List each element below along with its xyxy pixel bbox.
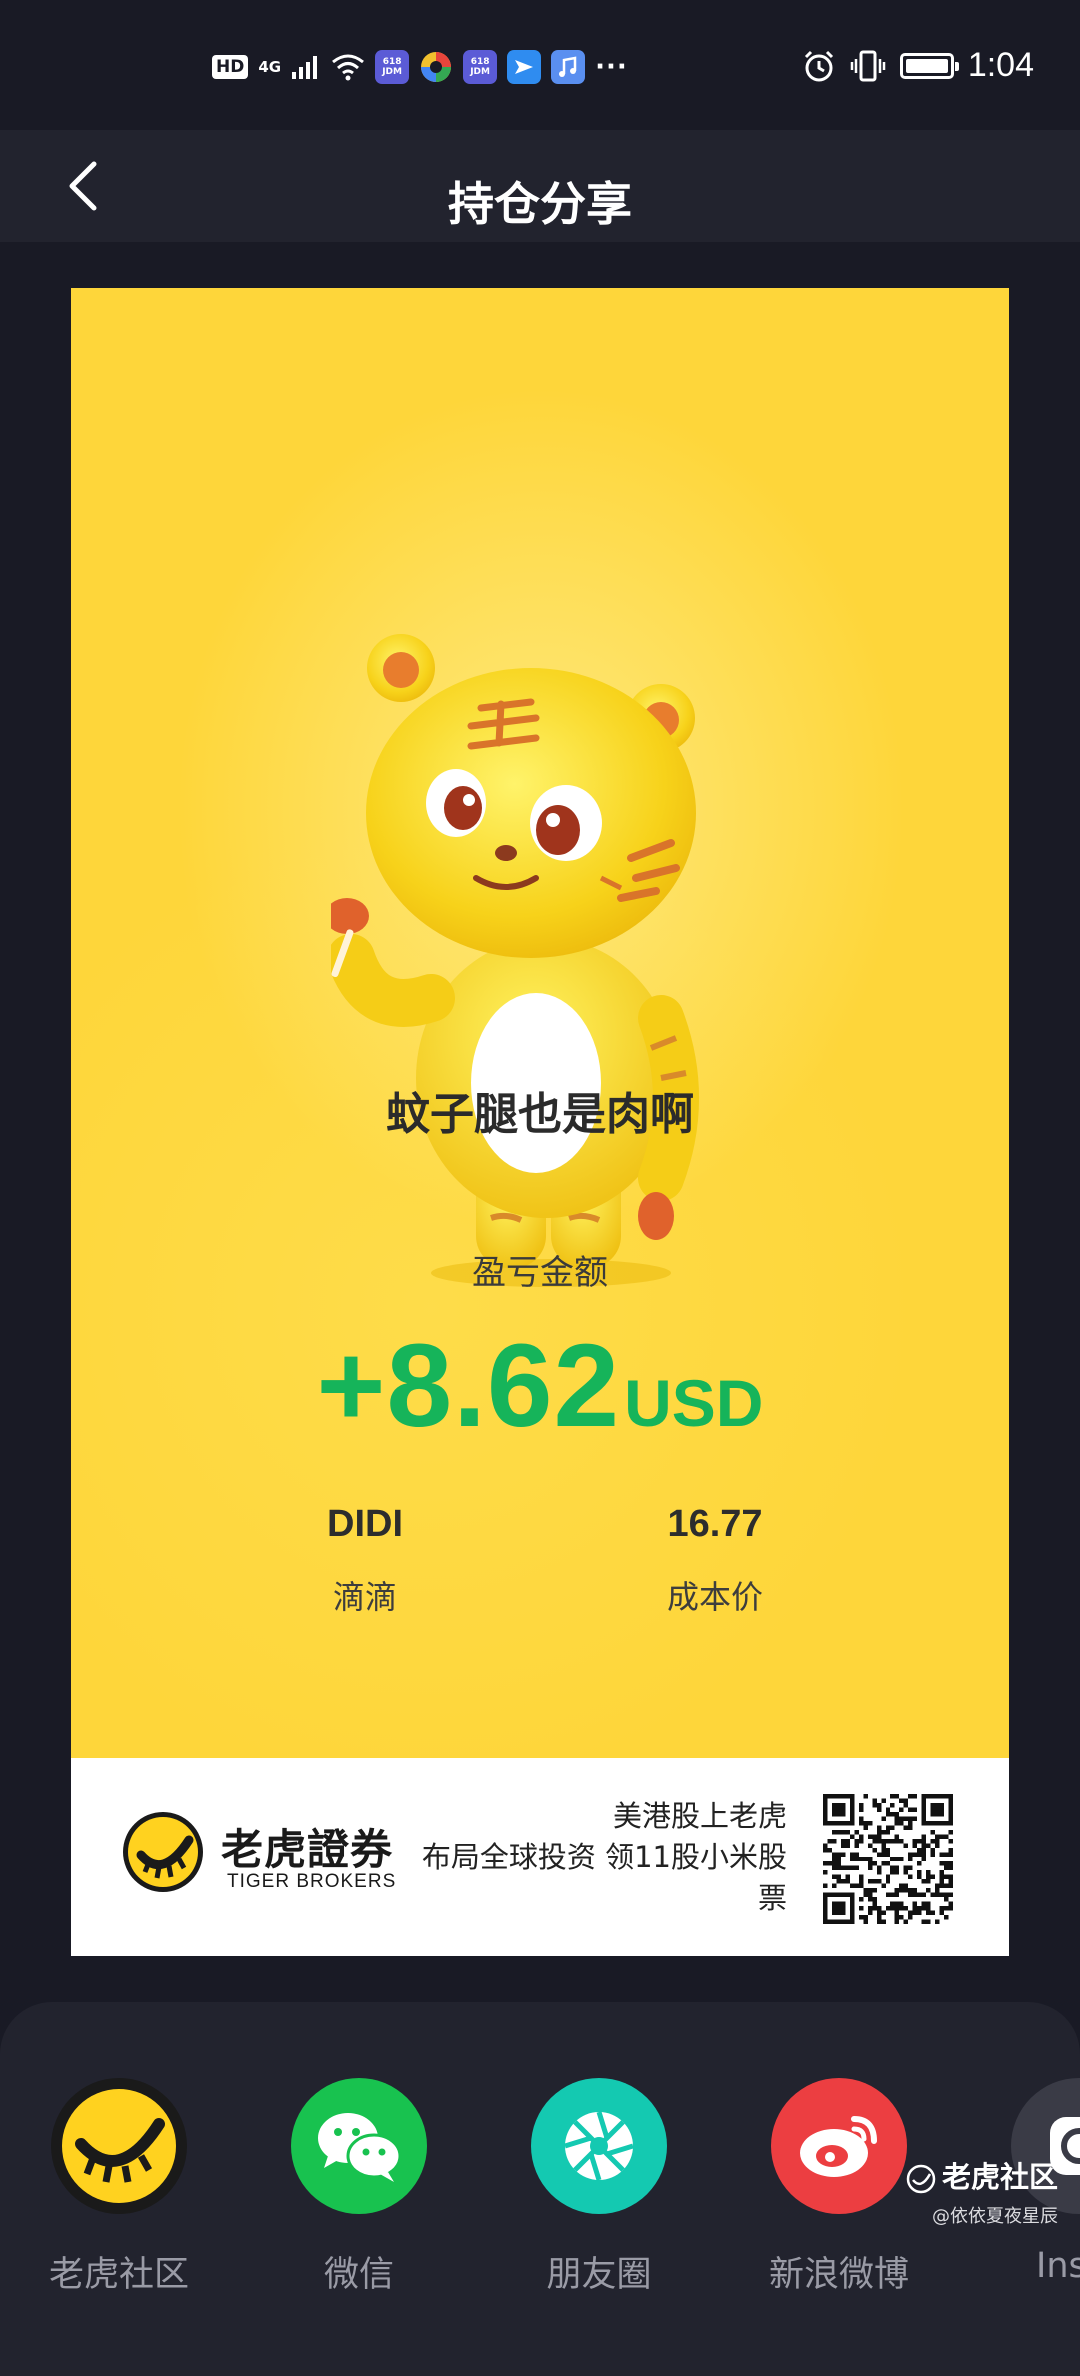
cost-info: 16.77 成本价	[585, 1503, 845, 1618]
stock-name: 滴滴	[332, 1578, 397, 1616]
promo-line-2: 布局全球投资 领11股小米股	[421, 1840, 787, 1874]
tiger-community-icon	[51, 2078, 187, 2214]
promo-line-3: 票	[757, 1881, 787, 1915]
pnl-value: +8.62USD	[71, 1318, 1009, 1454]
stock-symbol: DIDI	[327, 1503, 403, 1545]
status-icons-left: HD 4G 618 JDM 618 JDM ···	[212, 50, 628, 84]
status-icons-right: 1:04	[802, 46, 1034, 85]
music-app-icon	[551, 50, 586, 84]
jd-app-icon-2: 618 JDM	[463, 50, 498, 84]
wechat-bubbles-graphic	[318, 2113, 402, 2182]
share-label: Insta	[1036, 2246, 1080, 2286]
colorful-app-icon	[421, 52, 452, 82]
pnl-label: 盈亏金额	[472, 1253, 608, 1293]
signal-icon	[292, 56, 318, 79]
cost-price-value: 16.77	[667, 1503, 763, 1545]
pnl-amount: +8.62	[316, 1320, 621, 1452]
share-label: 微信	[323, 2255, 394, 2295]
weibo-icon	[771, 2078, 907, 2214]
share-label: 朋友圈	[546, 2255, 652, 2295]
moments-icon	[531, 2078, 667, 2214]
more-notifications-icon: ···	[595, 52, 628, 82]
watermark-main: 老虎社区	[906, 2154, 1058, 2196]
weibo-graphic	[800, 2116, 877, 2177]
brand-name-en: TIGER BROKERS	[227, 1871, 397, 1892]
card-background: 蚊子腿也是肉啊 盈亏金额 +8.62USD DIDI 滴滴 16.77 成本价	[71, 288, 1009, 1758]
qr-code	[823, 1794, 953, 1924]
battery-icon	[899, 52, 959, 79]
stock-info: DIDI 滴滴	[235, 1503, 495, 1618]
wifi-icon	[332, 54, 365, 81]
user-nickname: 蚊子腿也是肉啊	[386, 1089, 694, 1140]
watermark-text: 老虎社区	[941, 2160, 1058, 2194]
share-wechat[interactable]: 微信	[249, 2078, 469, 2297]
clock-time: 1:04	[967, 46, 1034, 84]
share-label: 老虎社区	[48, 2255, 189, 2295]
hd-badge: HD	[212, 55, 249, 79]
alarm-icon	[804, 50, 833, 81]
position-share-card: 蚊子腿也是肉啊 盈亏金额 +8.62USD DIDI 滴滴 16.77 成本价 …	[71, 288, 1009, 1956]
share-label: 新浪微博	[768, 2255, 909, 2295]
wechat-icon	[291, 2078, 427, 2214]
watermark-author: @依依夏夜星辰	[932, 2206, 1058, 2227]
cost-price-label: 成本价	[666, 1578, 763, 1616]
card-footer: 老虎證券 TIGER BROKERS 美港股上老虎 布局全球投资 领11股小米股…	[71, 1758, 1009, 1956]
share-moments[interactable]: 朋友圈	[489, 2078, 709, 2297]
watermark: 老虎社区 @依依夏夜星辰	[906, 2154, 1058, 2228]
tiger-brokers-logo-icon	[123, 1812, 203, 1892]
pnl-currency: USD	[624, 1366, 764, 1440]
aperture-graphic	[564, 2111, 634, 2181]
tiger-watermark-icon	[906, 2164, 936, 2194]
feishu-app-icon	[507, 50, 542, 84]
brand-name-cn: 老虎證券	[221, 1825, 394, 1874]
promo-text: 美港股上老虎 布局全球投资 领11股小米股 票	[387, 1796, 787, 1919]
jd-app-icon: 618 JDM	[375, 50, 410, 84]
promo-line-1: 美港股上老虎	[612, 1799, 787, 1833]
tiger-mascot-illustration	[331, 634, 699, 1287]
vibrate-icon	[850, 50, 886, 81]
status-bar: HD 4G 618 JDM 618 JDM ··· 1:04	[0, 0, 1080, 130]
tiger-logo-graphic	[62, 2089, 176, 2203]
page-title: 持仓分享	[448, 177, 632, 231]
share-tiger-community[interactable]: 老虎社区	[9, 2078, 229, 2297]
network-type: 4G	[258, 58, 282, 76]
nav-bar: 持仓分享	[0, 130, 1080, 242]
